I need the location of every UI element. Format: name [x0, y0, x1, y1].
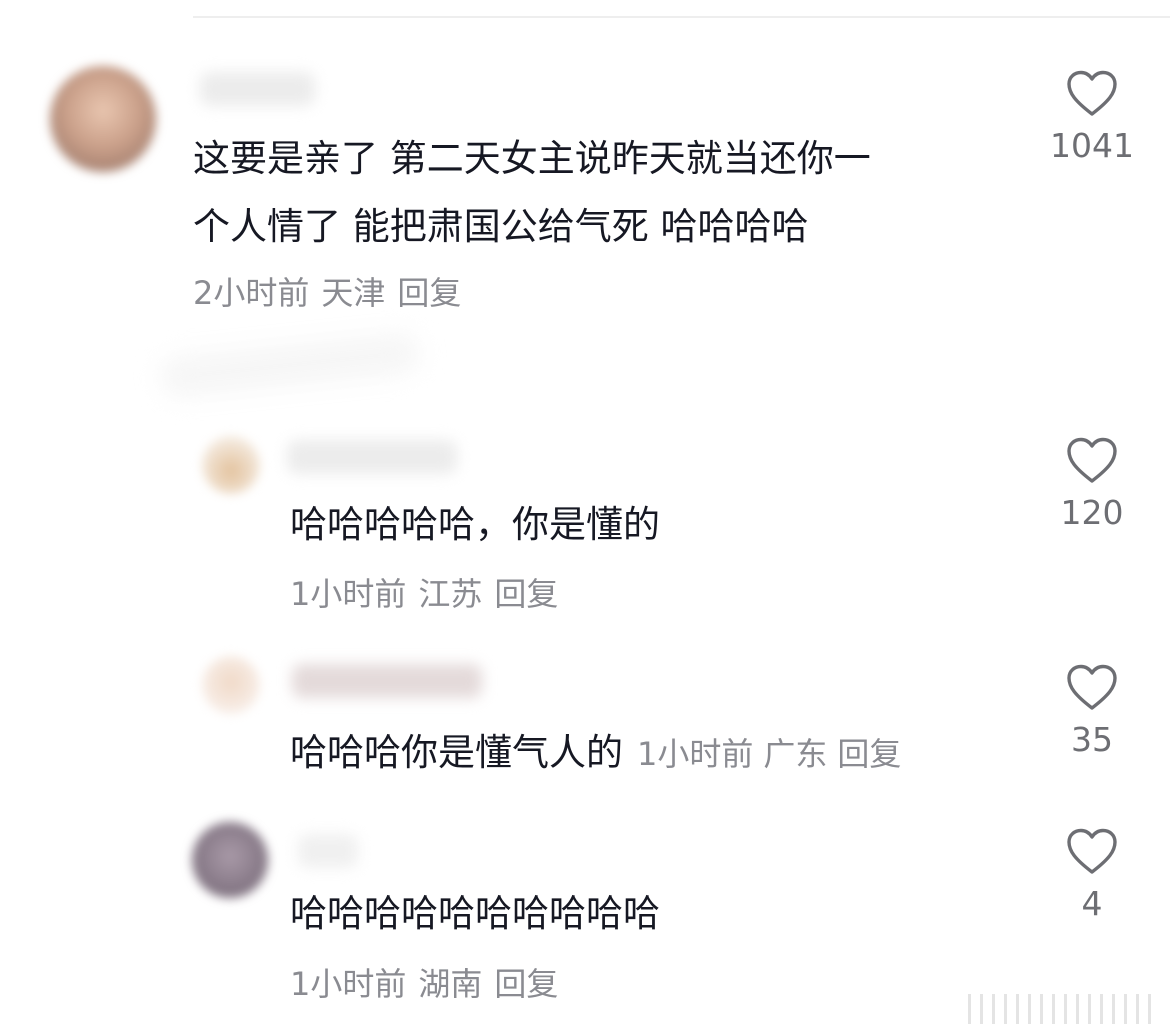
reply-location: 江苏 [418, 575, 483, 613]
comment-text-line-1: 这要是亲了 第二天女主说昨天就当还你一 [193, 137, 871, 180]
comment-meta: 2小时前 天津 回复 [193, 273, 461, 313]
comment-text-line-2: 个人情了 能把肃国公给气死 哈哈哈哈 [193, 205, 809, 248]
username-blurred[interactable] [292, 664, 482, 698]
reply-button[interactable]: 回复 [837, 735, 901, 773]
like-count: 120 [1060, 493, 1124, 532]
comment-time: 2小时前 [193, 274, 310, 312]
like-count: 4 [1081, 884, 1103, 923]
heart-outline-icon [1067, 437, 1117, 483]
reply-location: 湖南 [418, 965, 483, 1003]
avatar[interactable] [202, 656, 260, 714]
reply-time: 1小时前 [290, 575, 407, 613]
heart-outline-icon [1067, 828, 1117, 874]
avatar[interactable] [202, 436, 260, 494]
reply-text-with-meta: 哈哈哈你是懂气人的 1小时前 广东 回复 [290, 722, 901, 785]
reply-text: 哈哈哈你是懂气人的 [290, 731, 623, 774]
watermark-bars [968, 994, 1158, 1024]
like-button[interactable]: 35 [1032, 664, 1152, 760]
heart-outline-icon [1067, 664, 1117, 710]
reply-text: 哈哈哈哈哈哈哈哈哈哈 [290, 892, 660, 935]
like-button[interactable]: 4 [1032, 828, 1152, 924]
reply-button[interactable]: 回复 [397, 274, 461, 312]
comment-location: 天津 [321, 274, 386, 312]
like-button[interactable]: 1041 [1032, 70, 1152, 166]
reply-button[interactable]: 回复 [494, 575, 558, 613]
top-divider [193, 16, 1170, 18]
username-blurred[interactable] [287, 440, 457, 474]
avatar[interactable] [50, 66, 156, 172]
reply-meta: 1小时前 湖南 回复 [290, 964, 558, 1004]
reply-button[interactable]: 回复 [494, 965, 558, 1003]
avatar[interactable] [192, 822, 268, 898]
reply-meta: 1小时前 广东 回复 [637, 735, 901, 773]
blurred-artifact [158, 331, 422, 399]
like-button[interactable]: 120 [1032, 437, 1152, 533]
like-count: 1041 [1050, 126, 1134, 165]
username-blurred[interactable] [298, 834, 358, 868]
like-count: 35 [1071, 720, 1113, 759]
reply-text: 哈哈哈哈哈，你是懂的 [290, 503, 660, 546]
reply-meta: 1小时前 江苏 回复 [290, 574, 558, 614]
reply-location: 广东 [763, 735, 828, 773]
heart-outline-icon [1067, 70, 1117, 116]
reply-time: 1小时前 [290, 965, 407, 1003]
username-blurred[interactable] [200, 72, 315, 106]
reply-time: 1小时前 [637, 735, 754, 773]
